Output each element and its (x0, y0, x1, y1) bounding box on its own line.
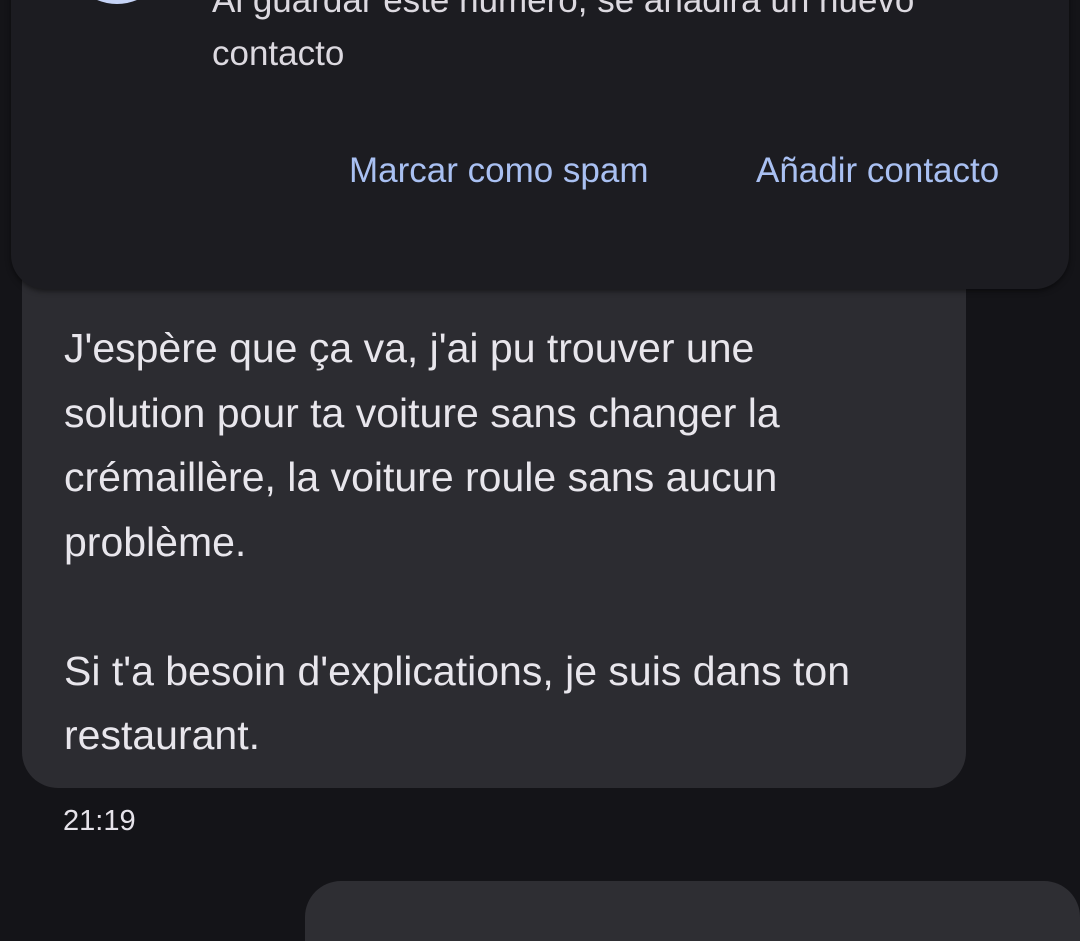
person-icon (65, 0, 169, 4)
save-contact-notice: Al guardar este número, se añadirá un nu… (212, 0, 915, 73)
unknown-sender-card: Al guardar este número, se añadirá un nu… (11, 0, 1069, 289)
message-text: J'espère que ça va, j'ai pu trouver une … (64, 325, 851, 758)
message-timestamp: 21:19 (63, 805, 136, 837)
next-message-bubble[interactable] (305, 881, 1080, 941)
add-contact-button[interactable]: Añadir contacto (756, 149, 999, 193)
report-spam-button[interactable]: Marcar como spam (349, 149, 649, 193)
